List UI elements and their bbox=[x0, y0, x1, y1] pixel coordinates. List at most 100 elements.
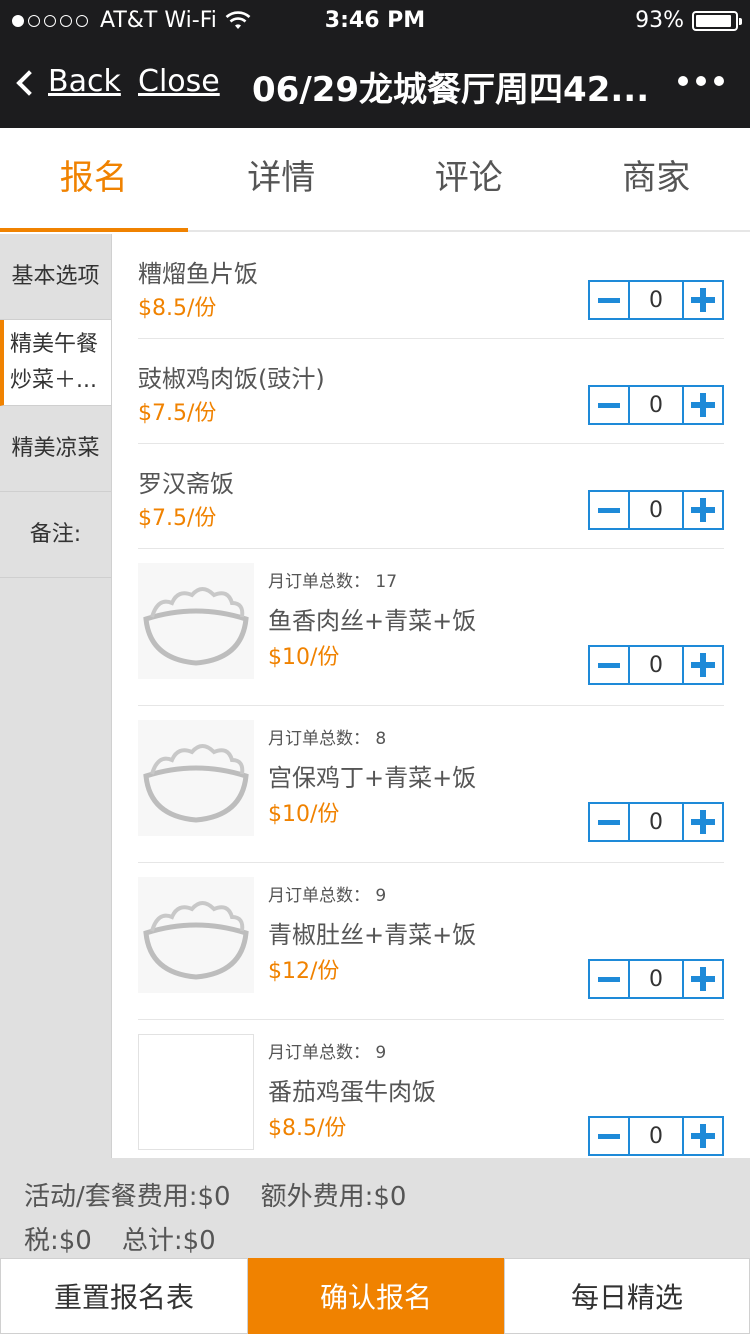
item-price: $8.5/份 bbox=[268, 1116, 347, 1141]
status-right: 93% bbox=[635, 8, 742, 33]
battery-percent: 93% bbox=[635, 8, 684, 33]
list-item: 月订单总数： 9 青椒肚丝+青菜+饭 $12/份 0 bbox=[138, 863, 724, 1020]
plus-icon bbox=[691, 810, 715, 834]
quantity-stepper: 0 bbox=[588, 959, 724, 999]
quantity-value: 0 bbox=[630, 280, 682, 320]
increase-button[interactable] bbox=[682, 802, 724, 842]
quantity-value: 0 bbox=[630, 385, 682, 425]
confirm-signup-button[interactable]: 确认报名 bbox=[248, 1258, 504, 1334]
minus-icon bbox=[598, 662, 620, 668]
reset-form-button[interactable]: 重置报名表 bbox=[0, 1258, 248, 1334]
list-item: 月订单总数： 8 宫保鸡丁+青菜+饭 $10/份 0 bbox=[138, 706, 724, 863]
minus-icon bbox=[598, 1133, 620, 1139]
back-label: Back bbox=[48, 64, 121, 99]
monthly-orders: 月订单总数： 17 bbox=[268, 572, 398, 592]
item-price: $8.5/份 bbox=[138, 296, 217, 321]
sidebar-item-label: 精美午餐炒菜＋... bbox=[10, 331, 99, 393]
quantity-stepper: 0 bbox=[588, 1116, 724, 1156]
list-item: 月订单总数： 17 鱼香肉丝+青菜+饭 $10/份 0 bbox=[138, 549, 724, 706]
quantity-value: 0 bbox=[630, 959, 682, 999]
item-image bbox=[138, 1034, 254, 1150]
back-button[interactable]: Back bbox=[16, 64, 121, 99]
item-price: $7.5/份 bbox=[138, 401, 217, 426]
increase-button[interactable] bbox=[682, 1116, 724, 1156]
quantity-value: 0 bbox=[630, 802, 682, 842]
quantity-value: 0 bbox=[630, 490, 682, 530]
monthly-orders: 月订单总数： 9 bbox=[268, 1043, 387, 1063]
sidebar-item-lunch[interactable]: 精美午餐炒菜＋... bbox=[0, 320, 111, 406]
food-bowl-icon bbox=[138, 877, 254, 993]
page-title: 06/29龙城餐厅周四42... bbox=[252, 70, 650, 110]
tab-details[interactable]: 详情 bbox=[188, 128, 376, 230]
monthly-orders: 月订单总数： 8 bbox=[268, 729, 387, 749]
tab-comments[interactable]: 评论 bbox=[375, 128, 563, 230]
plus-icon bbox=[691, 288, 715, 312]
list-item: 糟熘鱼片饭 $8.5/份 0 bbox=[138, 234, 724, 339]
quantity-stepper: 0 bbox=[588, 280, 724, 320]
minus-icon bbox=[598, 976, 620, 982]
item-name: 番茄鸡蛋牛肉饭 bbox=[268, 1078, 436, 1106]
plus-icon bbox=[691, 498, 715, 522]
list-item: 月订单总数： 9 番茄鸡蛋牛肉饭 $8.5/份 0 bbox=[138, 1020, 724, 1158]
tab-merchant[interactable]: 商家 bbox=[563, 128, 750, 230]
quantity-value: 0 bbox=[630, 1116, 682, 1156]
plus-icon bbox=[691, 967, 715, 991]
list-item: 罗汉斋饭 $7.5/份 0 bbox=[138, 444, 724, 549]
item-price: $10/份 bbox=[268, 645, 340, 670]
minus-icon bbox=[598, 297, 620, 303]
bottom-actions: 重置报名表 确认报名 每日精选 bbox=[0, 1258, 750, 1334]
minus-icon bbox=[598, 507, 620, 513]
decrease-button[interactable] bbox=[588, 645, 630, 685]
quantity-stepper: 0 bbox=[588, 490, 724, 530]
quantity-stepper: 0 bbox=[588, 802, 724, 842]
sidebar-item-basic[interactable]: 基本选项 bbox=[0, 234, 111, 320]
sidebar-item-cold-dishes[interactable]: 精美凉菜 bbox=[0, 406, 111, 492]
fee-summary: 活动/套餐费用:$0 额外费用:$0 税:$0 总计:$0 bbox=[0, 1158, 750, 1258]
decrease-button[interactable] bbox=[588, 802, 630, 842]
increase-button[interactable] bbox=[682, 490, 724, 530]
battery-icon bbox=[692, 10, 742, 31]
category-sidebar: 基本选项 精美午餐炒菜＋... 精美凉菜 备注: bbox=[0, 234, 112, 1158]
list-item: 豉椒鸡肉饭(豉汁) $7.5/份 0 bbox=[138, 339, 724, 444]
item-name: 豉椒鸡肉饭(豉汁) bbox=[138, 365, 325, 393]
menu-list: 糟熘鱼片饭 $8.5/份 0 豉椒鸡肉饭(豉汁) $7.5/份 0 罗汉斋饭 $… bbox=[112, 234, 750, 1158]
minus-icon bbox=[598, 819, 620, 825]
monthly-orders: 月订单总数： 9 bbox=[268, 886, 387, 906]
decrease-button[interactable] bbox=[588, 385, 630, 425]
increase-button[interactable] bbox=[682, 280, 724, 320]
nav-bar: Back Close 06/29龙城餐厅周四42... bbox=[0, 40, 750, 128]
item-price: $7.5/份 bbox=[138, 506, 217, 531]
quantity-stepper: 0 bbox=[588, 645, 724, 685]
food-bowl-icon bbox=[138, 720, 254, 836]
minus-icon bbox=[598, 402, 620, 408]
chevron-left-icon bbox=[16, 69, 42, 96]
decrease-button[interactable] bbox=[588, 490, 630, 530]
more-options-icon[interactable] bbox=[678, 76, 724, 86]
item-name: 青椒肚丝+青菜+饭 bbox=[268, 921, 477, 949]
close-button[interactable]: Close bbox=[138, 64, 220, 99]
decrease-button[interactable] bbox=[588, 280, 630, 320]
quantity-value: 0 bbox=[630, 645, 682, 685]
quantity-stepper: 0 bbox=[588, 385, 724, 425]
increase-button[interactable] bbox=[682, 385, 724, 425]
daily-picks-button[interactable]: 每日精选 bbox=[504, 1258, 750, 1334]
sidebar-item-notes[interactable]: 备注: bbox=[0, 492, 111, 578]
increase-button[interactable] bbox=[682, 645, 724, 685]
item-name: 宫保鸡丁+青菜+饭 bbox=[268, 764, 477, 792]
item-name: 罗汉斋饭 bbox=[138, 470, 234, 498]
increase-button[interactable] bbox=[682, 959, 724, 999]
tab-signup[interactable]: 报名 bbox=[0, 128, 188, 232]
status-bar: AT&T Wi-Fi 3:46 PM 93% bbox=[0, 0, 750, 40]
plus-icon bbox=[691, 653, 715, 677]
decrease-button[interactable] bbox=[588, 959, 630, 999]
plus-icon bbox=[691, 1124, 715, 1148]
activity-fee: 活动/套餐费用:$0 bbox=[24, 1182, 231, 1212]
extra-fee: 额外费用:$0 bbox=[260, 1182, 407, 1212]
food-bowl-icon bbox=[138, 563, 254, 679]
item-name: 鱼香肉丝+青菜+饭 bbox=[268, 607, 477, 635]
decrease-button[interactable] bbox=[588, 1116, 630, 1156]
item-name: 糟熘鱼片饭 bbox=[138, 260, 258, 288]
tab-bar: 报名 详情 评论 商家 bbox=[0, 128, 750, 232]
item-price: $10/份 bbox=[268, 802, 340, 827]
plus-icon bbox=[691, 393, 715, 417]
